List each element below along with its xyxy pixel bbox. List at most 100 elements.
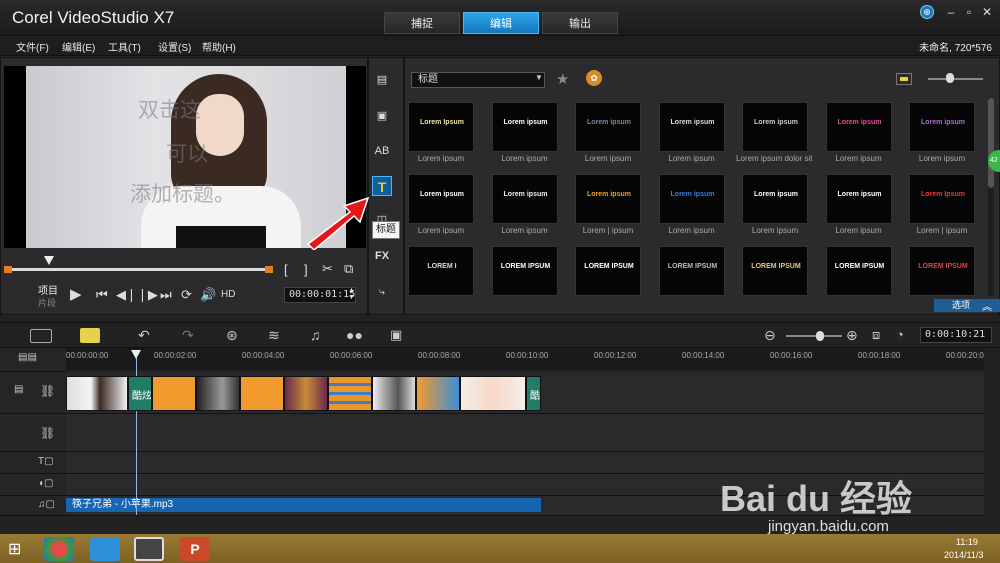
- title-thumbnail[interactable]: Lorem Ipsum Lorem | ipsum: [903, 170, 981, 240]
- clip-mode-label[interactable]: 片段: [38, 296, 56, 309]
- title-thumbnail[interactable]: LOREM IPSUM: [820, 242, 898, 296]
- scrub-bar[interactable]: [8, 268, 273, 271]
- mark-in-button[interactable]: [: [284, 262, 288, 277]
- timecode-stepper-icon[interactable]: ▲ ▼: [348, 287, 355, 301]
- tab-share[interactable]: 输出: [542, 12, 618, 34]
- end-icon[interactable]: ⏭: [160, 287, 172, 303]
- mark-out-button[interactable]: ]: [304, 262, 308, 277]
- title-thumbnail[interactable]: Lorem ipsum Lorem ipsum: [569, 98, 647, 168]
- security-app-icon[interactable]: [44, 537, 74, 561]
- zoom-slider[interactable]: [786, 335, 842, 337]
- playhead-handle[interactable]: [131, 350, 141, 359]
- title-thumbnail[interactable]: Lorem ipsum Lorem ipsum: [486, 170, 564, 240]
- windows-start-icon[interactable]: ⊞: [8, 539, 21, 559]
- video-clip[interactable]: [196, 376, 240, 411]
- video-track-icon[interactable]: ▤: [14, 384, 23, 395]
- video-clip[interactable]: [372, 376, 416, 411]
- videostudio-taskbar-icon[interactable]: [134, 537, 164, 561]
- scissors-icon[interactable]: ✂: [322, 261, 333, 277]
- title-thumbnail[interactable]: Lorem ipsum Lorem ipsum: [820, 98, 898, 168]
- zoom-out-icon[interactable]: ⊖: [764, 327, 776, 344]
- menu-edit[interactable]: 编辑(E): [62, 39, 95, 54]
- enlarge-icon[interactable]: ⧉: [344, 261, 353, 277]
- volume-icon[interactable]: 🔊: [200, 287, 216, 303]
- browser-icon[interactable]: [90, 537, 120, 561]
- project-mode-label[interactable]: 项目: [38, 282, 58, 297]
- title-track-icon[interactable]: T▢: [38, 456, 54, 467]
- transition-clip[interactable]: 酷炫: [128, 376, 152, 411]
- zoom-slider-handle[interactable]: [816, 331, 824, 341]
- title-thumbnail[interactable]: Lorem ipsum Lorem ipsum: [486, 98, 564, 168]
- thumbnail-size-handle[interactable]: [946, 73, 954, 83]
- view-mode-icon[interactable]: [896, 73, 912, 85]
- mark-in-handle[interactable]: [4, 266, 12, 273]
- subtitle-editor-icon[interactable]: ▣: [390, 327, 402, 343]
- video-clip[interactable]: [284, 376, 328, 411]
- menu-settings[interactable]: 设置(S): [158, 39, 191, 54]
- clock-time[interactable]: 11:19: [956, 537, 978, 547]
- overlay-track[interactable]: [66, 414, 984, 452]
- title-thumbnail[interactable]: LOREM IPSUM: [736, 242, 814, 296]
- video-clip[interactable]: [460, 376, 526, 411]
- transition-icon[interactable]: AB: [372, 141, 392, 161]
- title-thumbnail[interactable]: Lorem ipsum Lorem ipsum: [402, 170, 480, 240]
- menu-tools[interactable]: 工具(T): [108, 39, 141, 54]
- menu-file[interactable]: 文件(F): [16, 39, 49, 54]
- voice-track-icon[interactable]: ◖▢: [38, 478, 54, 489]
- title-thumbnail[interactable]: LOREM I: [402, 242, 480, 296]
- mark-out-handle[interactable]: [265, 266, 273, 273]
- title-thumbnail[interactable]: Lorem ipsum Lorem ipsum: [653, 170, 731, 240]
- play-button[interactable]: ▶: [70, 285, 82, 303]
- sound-mixer-icon[interactable]: ≋: [268, 327, 280, 344]
- preview-timecode[interactable]: 00:00:01:15: [284, 287, 356, 303]
- video-clip[interactable]: [240, 376, 284, 411]
- video-clip[interactable]: [328, 376, 372, 411]
- video-clip[interactable]: [416, 376, 460, 411]
- next-frame-icon[interactable]: ❘▶: [137, 287, 158, 303]
- title-thumbnail[interactable]: Lorem Ipsum Lorem ipsum: [402, 98, 480, 168]
- category-dropdown[interactable]: 标题: [411, 72, 545, 88]
- chevron-down-icon[interactable]: ▼: [535, 73, 543, 82]
- chevron-up-icon[interactable]: ︽: [982, 298, 992, 313]
- timeline-ruler[interactable]: 00:00:00:00 00:00:02:00 00:00:04:00 00:00:0…: [66, 348, 984, 370]
- title-thumbnail[interactable]: Lorem ipsum Lorem ipsum: [736, 170, 814, 240]
- title-thumbnail[interactable]: LOREM IPSUM: [486, 242, 564, 296]
- storyboard-view-icon[interactable]: [30, 329, 52, 343]
- video-clip[interactable]: [66, 376, 128, 411]
- title-icon[interactable]: T: [372, 176, 392, 196]
- title-thumbnail[interactable]: Lorem ipsum Lorem ipsum: [903, 98, 981, 168]
- zoom-in-icon[interactable]: ⊕: [846, 327, 858, 344]
- title-thumbnail[interactable]: Lorem ipsum Lorem ipsum: [653, 98, 731, 168]
- title-thumbnail[interactable]: LOREM IPSUM: [569, 242, 647, 296]
- motion-track-icon[interactable]: ●●: [346, 327, 363, 343]
- title-thumbnail[interactable]: Lorem ipsum Lorem ipsum: [820, 170, 898, 240]
- music-track-icon[interactable]: ♫▢: [38, 499, 55, 510]
- powerpoint-icon[interactable]: P: [180, 537, 210, 561]
- thumbnail-size-slider[interactable]: [928, 78, 983, 80]
- scrub-handle[interactable]: [44, 256, 54, 265]
- clock-icon[interactable]: ◔: [896, 327, 904, 342]
- audio-clip[interactable]: 筷子兄弟 - 小苹果.mp3: [66, 498, 541, 512]
- home-icon[interactable]: ⏮: [96, 287, 108, 303]
- redo-icon[interactable]: ↷: [182, 327, 194, 344]
- title-thumbnail[interactable]: Lorem ipsum Lorem ipsum dolor sit ...: [736, 98, 814, 168]
- repeat-icon[interactable]: ⟳: [181, 287, 192, 303]
- tab-capture[interactable]: 捕捉: [384, 12, 460, 34]
- undo-icon[interactable]: ↶: [138, 327, 150, 344]
- add-favorite-icon[interactable]: ★: [556, 70, 569, 88]
- track-manager-icon[interactable]: ▤▤: [18, 352, 37, 363]
- menu-help[interactable]: 帮助(H): [202, 39, 236, 54]
- timeline-timecode[interactable]: 0:00:10:21: [920, 327, 992, 343]
- instant-project-icon[interactable]: ▣: [372, 106, 392, 126]
- title-thumbnail[interactable]: Lorem ipsum Lorem | ipsum: [569, 170, 647, 240]
- clock-date[interactable]: 2014/11/3: [944, 550, 983, 560]
- close-button[interactable]: ✕: [978, 4, 996, 20]
- minimize-button[interactable]: –: [942, 4, 960, 20]
- transition-clip[interactable]: 酷: [526, 376, 541, 411]
- tab-edit[interactable]: 编辑: [463, 12, 539, 34]
- previous-frame-icon[interactable]: ◀❘: [116, 287, 137, 303]
- library-scrollbar[interactable]: [988, 98, 994, 296]
- globe-icon[interactable]: ⊕: [920, 5, 934, 19]
- auto-music-icon[interactable]: ♫: [310, 327, 321, 343]
- title-thumbnail[interactable]: LOREM IPSUM: [903, 242, 981, 296]
